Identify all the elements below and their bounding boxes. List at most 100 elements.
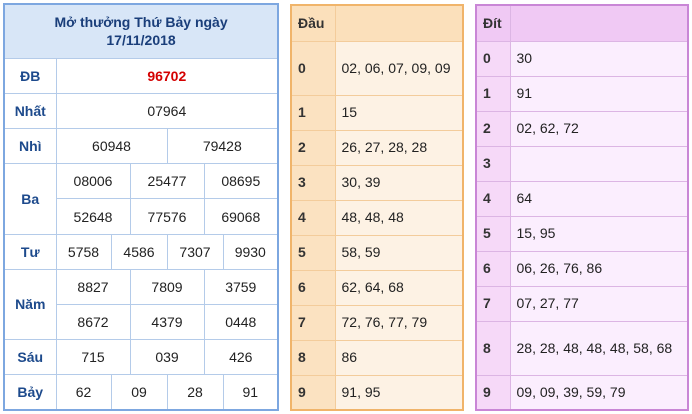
- prize-value-ba-6: 69068: [203, 198, 279, 235]
- prize-value-tu-4: 9930: [222, 233, 279, 270]
- prize-value-ba-1: 08006: [55, 163, 131, 200]
- dau-key: 9: [290, 374, 336, 411]
- dit-table: Đít 0 30 1 91 2 02, 62, 72 3 4 64 5 15, …: [475, 4, 689, 411]
- prize-row-nhi: Nhì 60948 79428: [3, 128, 279, 165]
- dit-value: 64: [509, 180, 689, 217]
- dit-key: 4: [475, 180, 511, 217]
- prize-label-sau: Sáu: [3, 339, 57, 376]
- dit-value: 30: [509, 40, 689, 77]
- prize-row-bay: Bảy 62 09 28 91: [3, 374, 279, 411]
- dau-value: 15: [334, 94, 464, 131]
- dau-row: 0 02, 06, 07, 09, 09: [290, 40, 464, 96]
- dit-value: [509, 145, 689, 182]
- lottery-results-table: Mở thưởng Thứ Bảy ngày 17/11/2018 ĐB 967…: [3, 3, 280, 411]
- prize-value-nhi-1: 60948: [55, 128, 168, 165]
- dit-key: 7: [475, 285, 511, 322]
- dau-value: 91, 95: [334, 374, 464, 411]
- dit-value: 02, 62, 72: [509, 110, 689, 147]
- dit-row: 7 07, 27, 77: [475, 285, 689, 322]
- dit-row: 5 15, 95: [475, 215, 689, 252]
- prize-value-ba-3: 08695: [203, 163, 279, 200]
- dau-value: 02, 06, 07, 09, 09: [334, 40, 464, 96]
- prize-row-nhat: Nhất 07964: [3, 92, 279, 130]
- dit-value: 06, 26, 76, 86: [509, 250, 689, 287]
- prize-row-tu: Tư 5758 4586 7307 9930: [3, 233, 279, 270]
- dau-header: Đầu: [290, 4, 336, 42]
- prize-value-sau-1: 715: [55, 339, 131, 376]
- prize-label-nhi: Nhì: [3, 128, 57, 165]
- dau-key: 8: [290, 339, 336, 376]
- prize-label-nam: Năm: [3, 268, 57, 341]
- prize-label-db: ĐB: [3, 57, 57, 94]
- prize-value-bay-3: 28: [166, 374, 224, 411]
- prize-label-bay: Bảy: [3, 374, 57, 411]
- prize-value-nam-1: 8827: [55, 268, 131, 305]
- results-title: Mở thưởng Thứ Bảy ngày 17/11/2018: [3, 3, 279, 59]
- dau-key: 7: [290, 304, 336, 341]
- prize-row-nam-1: Năm 8827 7809 3759: [3, 268, 279, 341]
- prize-value-nam-5: 4379: [129, 303, 205, 341]
- prize-value-nhat: 07964: [55, 92, 279, 130]
- prize-value-bay-4: 91: [222, 374, 279, 411]
- prize-value-bay-1: 62: [55, 374, 112, 411]
- dit-row: 1 91: [475, 75, 689, 112]
- dau-key: 2: [290, 129, 336, 166]
- prize-value-ba-5: 77576: [129, 198, 205, 235]
- dau-key: 1: [290, 94, 336, 131]
- prize-label-ba: Ba: [3, 163, 57, 235]
- prize-value-nam-3: 3759: [203, 268, 279, 305]
- dau-key: 3: [290, 164, 336, 201]
- dit-value: 07, 27, 77: [509, 285, 689, 322]
- results-title-date: 17/11/2018: [106, 32, 176, 49]
- dau-key: 4: [290, 199, 336, 236]
- prize-value-db: 96702: [55, 57, 279, 94]
- dit-key: 3: [475, 145, 511, 182]
- dit-key: 0: [475, 40, 511, 77]
- dau-header-blank: [334, 4, 464, 42]
- dit-row: 8 28, 28, 48, 48, 48, 58, 68: [475, 320, 689, 376]
- dit-row: 2 02, 62, 72: [475, 110, 689, 147]
- dau-key: 5: [290, 234, 336, 271]
- dau-value: 72, 76, 77, 79: [334, 304, 464, 341]
- dau-value: 62, 64, 68: [334, 269, 464, 306]
- prize-value-nhi-2: 79428: [166, 128, 279, 165]
- dit-header-blank: [509, 4, 689, 42]
- dit-header-row: Đít: [475, 4, 689, 42]
- prize-value-ba-4: 52648: [55, 198, 131, 235]
- dit-value: 15, 95: [509, 215, 689, 252]
- dit-value: 91: [509, 75, 689, 112]
- dit-row: 4 64: [475, 180, 689, 217]
- prize-value-nam-4: 8672: [55, 303, 131, 341]
- prize-value-tu-3: 7307: [166, 233, 224, 270]
- prize-value-tu-1: 5758: [55, 233, 112, 270]
- prize-row-sau: Sáu 715 039 426: [3, 339, 279, 376]
- dau-table: Đầu 0 02, 06, 07, 09, 09 1 15 2 26, 27, …: [290, 4, 464, 411]
- dau-key: 6: [290, 269, 336, 306]
- prize-value-bay-2: 09: [110, 374, 168, 411]
- dau-row: 4 48, 48, 48: [290, 199, 464, 236]
- dit-key: 8: [475, 320, 511, 376]
- dit-value: 28, 28, 48, 48, 48, 58, 68: [509, 320, 689, 376]
- dau-row: 1 15: [290, 94, 464, 131]
- prize-row-ba-1: Ba 08006 25477 08695: [3, 163, 279, 235]
- dit-key: 5: [475, 215, 511, 252]
- dit-header: Đít: [475, 4, 511, 42]
- dau-value: 26, 27, 28, 28: [334, 129, 464, 166]
- prize-row-db: ĐB 96702: [3, 57, 279, 94]
- prize-value-nam-6: 0448: [203, 303, 279, 341]
- dau-row: 8 86: [290, 339, 464, 376]
- dau-row: 9 91, 95: [290, 374, 464, 411]
- prize-value-sau-3: 426: [203, 339, 279, 376]
- prize-value-sau-2: 039: [129, 339, 205, 376]
- dau-row: 3 30, 39: [290, 164, 464, 201]
- dau-value: 48, 48, 48: [334, 199, 464, 236]
- dau-row: 5 58, 59: [290, 234, 464, 271]
- dau-value: 86: [334, 339, 464, 376]
- results-header-row: Mở thưởng Thứ Bảy ngày 17/11/2018: [3, 3, 279, 59]
- dau-row: 6 62, 64, 68: [290, 269, 464, 306]
- results-title-line1: Mở thưởng Thứ Bảy ngày: [54, 14, 228, 31]
- prize-label-nhat: Nhất: [3, 92, 57, 130]
- prize-value-tu-2: 4586: [110, 233, 168, 270]
- dit-key: 1: [475, 75, 511, 112]
- dit-value: 09, 09, 39, 59, 79: [509, 374, 689, 411]
